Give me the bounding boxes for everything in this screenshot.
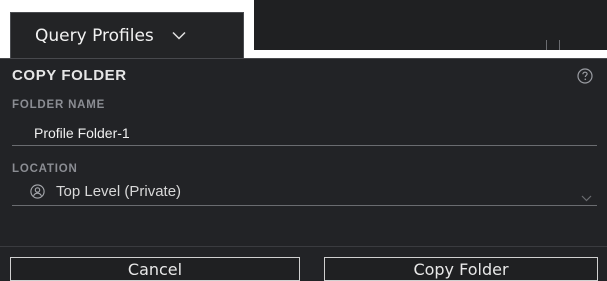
divider-tick [546,40,547,50]
copy-folder-button[interactable]: Copy Folder [324,257,598,281]
copy-folder-dialog: COPY FOLDER FOLDER NAME LOCATION Top Lev… [0,58,607,281]
query-profiles-label: Query Profiles [35,25,154,46]
folder-name-input[interactable] [12,120,597,146]
location-select[interactable]: Top Level (Private) [12,178,597,206]
dialog-title: COPY FOLDER [12,67,127,84]
cancel-button[interactable]: Cancel [10,257,300,281]
folder-name-label: FOLDER NAME [12,99,106,111]
location-value: Top Level (Private) [56,183,182,200]
chevron-down-icon [172,31,186,40]
chevron-down-icon [581,187,592,206]
query-profiles-dropdown[interactable]: Query Profiles [10,12,244,58]
user-icon [30,184,45,199]
footer-divider [0,246,607,247]
location-label: LOCATION [12,163,78,175]
top-bar-background [254,0,607,50]
divider-tick [559,40,560,50]
help-circle-icon[interactable] [577,68,593,84]
